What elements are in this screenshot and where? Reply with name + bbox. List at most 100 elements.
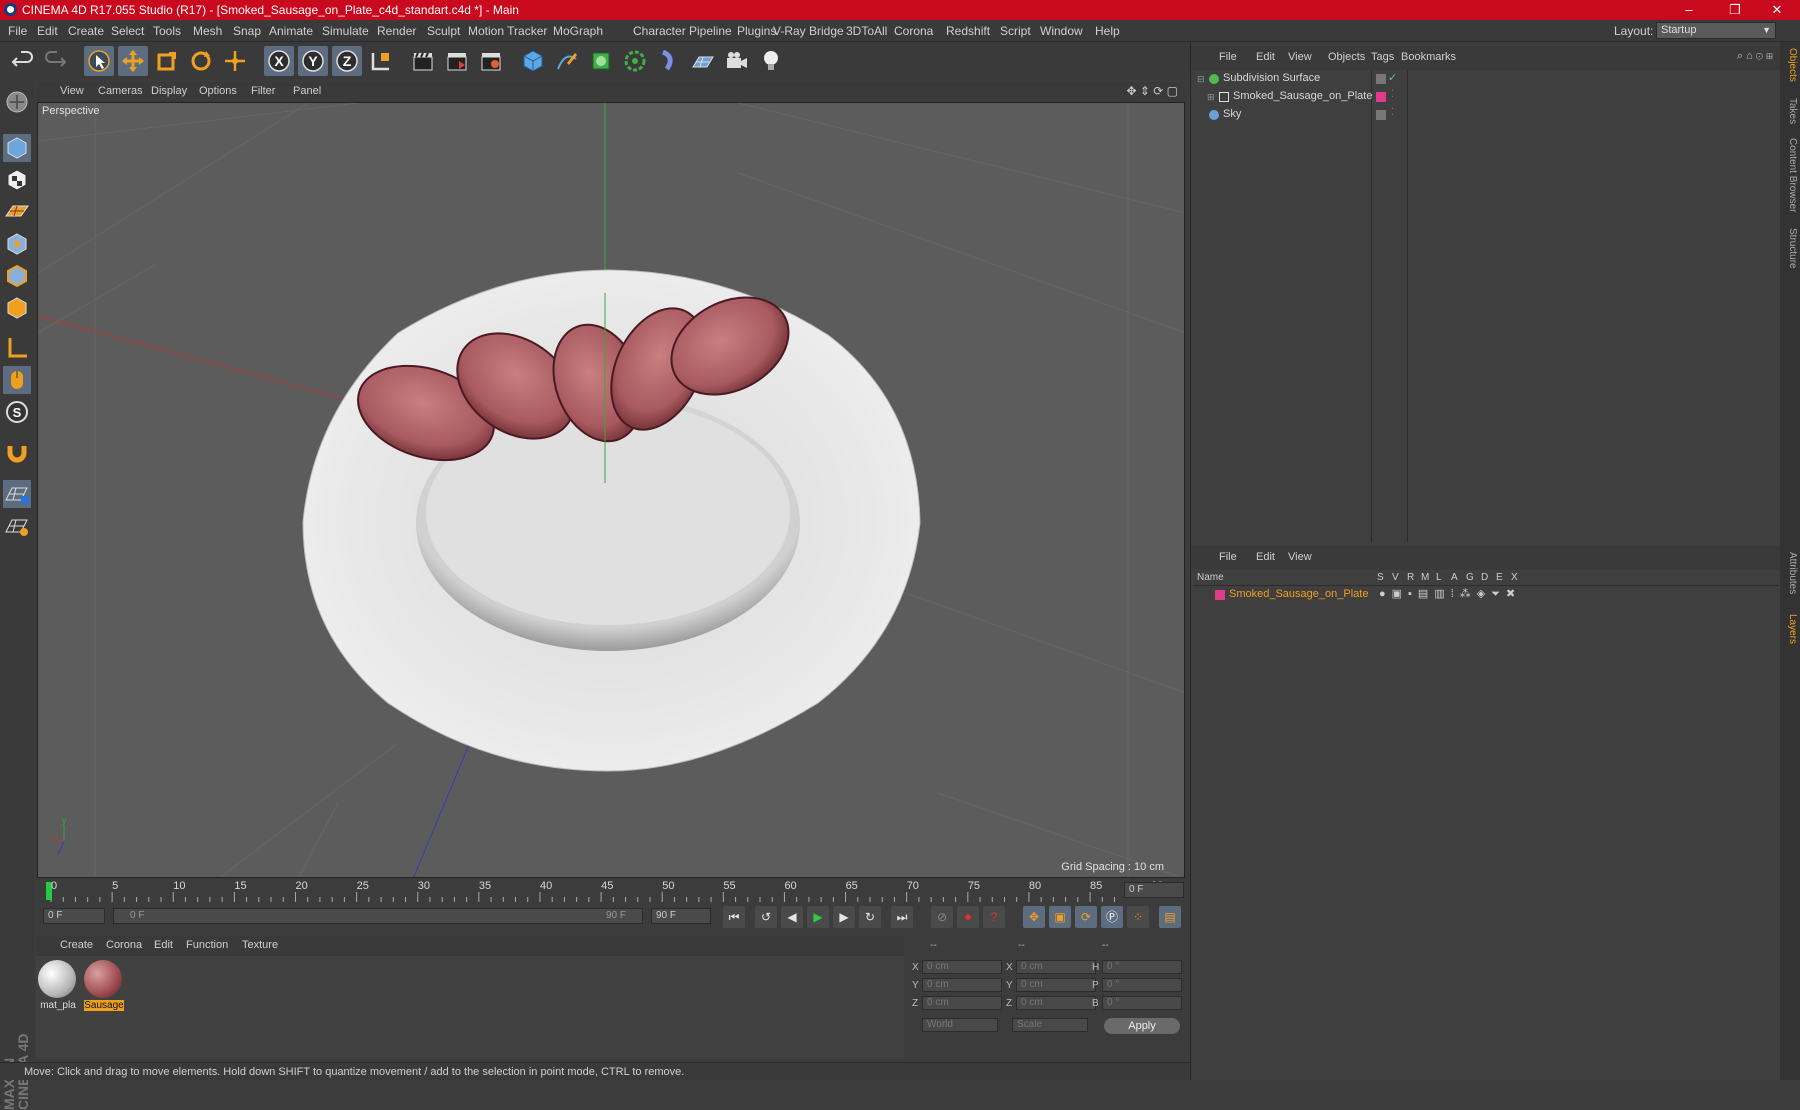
render-picture-viewer-button[interactable] xyxy=(442,46,472,76)
scale-track-button[interactable]: ▣ xyxy=(1049,906,1071,928)
menu-create[interactable]: Create xyxy=(68,24,104,38)
object-menu-objects[interactable]: Objects xyxy=(1328,51,1365,63)
cloner-button[interactable] xyxy=(620,46,650,76)
play-button[interactable]: ▶ xyxy=(807,906,829,928)
layer-column-name[interactable]: Name xyxy=(1197,572,1224,583)
object-row-smoked-sausage[interactable]: ⊞ Smoked_Sausage_on_Plate ⁚ xyxy=(1193,88,1783,106)
tab-objects[interactable]: Objects xyxy=(1782,48,1798,82)
apply-button[interactable]: Apply xyxy=(1104,1018,1180,1034)
layout-select[interactable]: Startup ▼ xyxy=(1656,22,1776,39)
size-mode-select[interactable]: Scale xyxy=(1012,1018,1088,1032)
redo-button[interactable] xyxy=(40,46,70,76)
auto-key-button[interactable]: ⏺ xyxy=(957,906,979,928)
rotate-tool-button[interactable] xyxy=(186,46,216,76)
workplane-lock-button[interactable] xyxy=(3,480,31,508)
model-mode-button[interactable] xyxy=(3,134,31,162)
material-menu-texture[interactable]: Texture xyxy=(242,939,278,951)
layer-color-swatch[interactable] xyxy=(1215,590,1225,600)
tab-attributes[interactable]: Attributes xyxy=(1782,552,1798,594)
cube-primitive-button[interactable] xyxy=(518,46,548,76)
start-frame-field[interactable]: 0 F xyxy=(43,908,105,924)
size-z-field[interactable]: 0 cm xyxy=(1016,996,1096,1010)
viewport-menu-display[interactable]: Display xyxy=(151,85,187,97)
parameter-track-button[interactable]: Ⓟ xyxy=(1101,906,1123,928)
visibility-dots-icon[interactable]: ⁚ xyxy=(1391,89,1394,100)
menu-sculpt[interactable]: Sculpt xyxy=(427,24,460,38)
layer-menu-view[interactable]: View xyxy=(1288,551,1312,563)
menu-select[interactable]: Select xyxy=(111,24,144,38)
material-menu-create[interactable]: Create xyxy=(60,939,93,951)
object-menu-view[interactable]: View xyxy=(1288,51,1312,63)
coordinate-mode-select[interactable]: World xyxy=(922,1018,998,1032)
menu-tools[interactable]: Tools xyxy=(153,24,181,38)
timeline-ruler[interactable]: 051015202530354045505560657075808590 xyxy=(37,880,1185,904)
tab-layers[interactable]: Layers xyxy=(1782,614,1798,644)
size-x-field[interactable]: 0 cm xyxy=(1016,960,1096,974)
render-settings-button[interactable] xyxy=(476,46,506,76)
object-menu-file[interactable]: File xyxy=(1219,51,1237,63)
next-key-button[interactable]: ↻ xyxy=(859,906,881,928)
viewport-menu-cameras[interactable]: Cameras xyxy=(98,85,143,97)
minimize-button[interactable]: – xyxy=(1666,0,1712,20)
make-editable-button[interactable] xyxy=(3,88,31,116)
material-menu-function[interactable]: Function xyxy=(186,939,228,951)
pen-spline-button[interactable] xyxy=(552,46,582,76)
record-keys-button[interactable]: ⊘ xyxy=(931,906,953,928)
menu-plugins[interactable]: Plugins xyxy=(737,24,776,38)
layer-column-l[interactable]: L xyxy=(1436,572,1442,583)
layer-column-d[interactable]: D xyxy=(1481,572,1488,583)
go-to-end-button[interactable]: ⏭ xyxy=(891,906,913,928)
viewport-menu-filter[interactable]: Filter xyxy=(251,85,275,97)
menu-file[interactable]: File xyxy=(8,24,27,38)
editor-visibility-icon[interactable] xyxy=(1376,110,1386,120)
polygon-mode-button[interactable] xyxy=(3,294,31,322)
y-axis-lock-button[interactable]: Y xyxy=(298,46,328,76)
menu-redshift[interactable]: Redshift xyxy=(946,24,990,38)
tab-content-browser[interactable]: Content Browser xyxy=(1782,138,1798,212)
object-row-subdivision-surface[interactable]: ⊟ Subdivision Surface ✓ xyxy=(1193,70,1783,88)
edge-mode-button[interactable] xyxy=(3,262,31,290)
range-slider[interactable]: 0 F 90 F xyxy=(113,908,643,924)
planar-workplane-button[interactable] xyxy=(3,512,31,540)
position-track-button[interactable]: ✥ xyxy=(1023,906,1045,928)
viewport-menu-view[interactable]: View xyxy=(60,85,84,97)
menu-v-ray-bridge[interactable]: V-Ray Bridge xyxy=(773,24,844,38)
layer-menu-edit[interactable]: Edit xyxy=(1256,551,1275,563)
enabled-check-icon[interactable]: ✓ xyxy=(1388,71,1397,84)
rotation-p-field[interactable]: 0 ° xyxy=(1102,978,1182,992)
editor-visibility-icon[interactable] xyxy=(1376,74,1386,84)
floor-button[interactable] xyxy=(688,46,718,76)
layer-column-e[interactable]: E xyxy=(1496,572,1503,583)
axis-mode-button[interactable] xyxy=(3,334,31,362)
select-tool-button[interactable] xyxy=(84,46,114,76)
previous-key-button[interactable]: ↺ xyxy=(755,906,777,928)
object-manager-tools-icons[interactable]: ⌕ ⌂ ⊙ ⊞ xyxy=(1737,50,1773,63)
layer-column-v[interactable]: V xyxy=(1392,572,1399,583)
menu-render[interactable]: Render xyxy=(377,24,416,38)
next-frame-button[interactable]: ▶ xyxy=(833,906,855,928)
restore-button[interactable]: ❐ xyxy=(1712,0,1758,20)
object-menu-bookmarks[interactable]: Bookmarks xyxy=(1401,51,1456,63)
menu-script[interactable]: Script xyxy=(1000,24,1031,38)
close-button[interactable]: ✕ xyxy=(1754,0,1800,20)
material-menu-edit[interactable]: Edit xyxy=(154,939,173,951)
tab-structure[interactable]: Structure xyxy=(1782,228,1798,269)
scale-tool-button[interactable] xyxy=(152,46,182,76)
menu-mesh[interactable]: Mesh xyxy=(193,24,222,38)
point-mode-button[interactable] xyxy=(3,230,31,258)
menu-pipeline[interactable]: Pipeline xyxy=(689,24,732,38)
perspective-viewport[interactable]: y Perspective Grid Spacing : 10 cm xyxy=(37,102,1185,878)
viewport-menu-panel[interactable]: Panel xyxy=(293,85,321,97)
deformer-button[interactable] xyxy=(654,46,684,76)
go-to-start-button[interactable]: ⏮ xyxy=(723,906,745,928)
layer-column-x[interactable]: X xyxy=(1511,572,1518,583)
position-z-field[interactable]: 0 cm xyxy=(922,996,1002,1010)
collapse-icon[interactable]: ⊟ xyxy=(1197,74,1205,85)
expand-icon[interactable]: ⊞ xyxy=(1207,92,1215,103)
material-menu-corona[interactable]: Corona xyxy=(106,939,142,951)
x-axis-lock-button[interactable]: X xyxy=(264,46,294,76)
layer-flags-icons[interactable]: ●▣▪▤▥⁞⁂◈⏷✖ xyxy=(1379,587,1521,601)
coordinate-system-button[interactable] xyxy=(366,46,396,76)
snap-button[interactable]: S xyxy=(3,398,31,426)
layer-column-a[interactable]: A xyxy=(1451,572,1458,583)
